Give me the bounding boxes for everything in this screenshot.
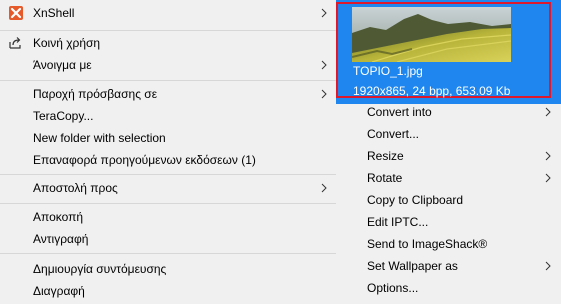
menu-item-teracopy[interactable]: TeraCopy... [0,105,336,127]
image-preview-item[interactable]: TOPIO_1.jpg 1920x865, 24 bpp, 653.09 Kb [336,0,561,104]
menu-item-restore-previous-versions[interactable]: Επαναφορά προηγούμενων εκδόσεων (1) [0,149,336,171]
submenu-item-edit-iptc[interactable]: Edit IPTC... [336,211,561,233]
menu-item-label: XnShell [33,6,75,20]
menu-separator [0,253,336,254]
menu-item-new-folder-with-selection[interactable]: New folder with selection [0,127,336,149]
menu-item-label: Convert... [367,127,420,141]
submenu-item-convert-into[interactable]: Convert into [336,101,561,123]
context-menu: XnShell Κοινή χρήση Άνοιγμα με Παροχή πρ… [0,0,336,304]
submenu-item-set-wallpaper[interactable]: Set Wallpaper as [336,255,561,277]
xnshell-icon [8,5,24,21]
menu-item-label: Παροχή πρόσβασης σε [33,87,158,101]
submenu-item-send-to-imageshack[interactable]: Send to ImageShack® [336,233,561,255]
menu-item-label: Send to ImageShack® [367,237,488,251]
menu-item-label: Διαγραφή [33,284,85,298]
menu-item-label: Set Wallpaper as [367,259,458,273]
menu-item-label: Δημιουργία συντόμευσης [33,262,167,276]
menu-separator [0,174,336,175]
menu-item-cut[interactable]: Αποκοπή [0,206,336,228]
menu-item-give-access[interactable]: Παροχή πρόσβασης σε [0,83,336,105]
chevron-right-icon [543,101,553,123]
menu-item-copy[interactable]: Αντιγραφή [0,228,336,250]
xnshell-submenu: TOPIO_1.jpg 1920x865, 24 bpp, 653.09 Kb … [336,0,561,304]
menu-item-label: Rotate [367,171,403,185]
menu-item-label: Edit IPTC... [367,215,429,229]
menu-item-xnshell[interactable]: XnShell [0,2,336,24]
submenu-item-convert[interactable]: Convert... [336,123,561,145]
menu-item-label: Κοινή χρήση [33,36,101,50]
menu-item-create-shortcut[interactable]: Δημιουργία συντόμευσης [0,258,336,280]
chevron-right-icon [319,54,329,76]
menu-item-label: TeraCopy... [33,109,94,123]
menu-item-label: Convert into [367,105,432,119]
menu-item-open-with[interactable]: Άνοιγμα με [0,54,336,76]
submenu-item-rotate[interactable]: Rotate [336,167,561,189]
chevron-right-icon [319,83,329,105]
menu-item-share[interactable]: Κοινή χρήση [0,32,336,54]
chevron-right-icon [543,167,553,189]
menu-item-label: Αποκοπή [33,210,84,224]
menu-separator [0,80,336,81]
share-icon [8,35,24,51]
menu-separator [0,203,336,204]
menu-item-label: Copy to Clipboard [367,193,464,207]
menu-item-label: Αντιγραφή [33,232,89,246]
submenu-item-resize[interactable]: Resize [336,145,561,167]
menu-item-label: Options... [367,281,419,295]
menu-item-label: Άνοιγμα με [33,58,92,72]
menu-item-label: Αποστολή προς [33,181,118,195]
submenu-item-options[interactable]: Options... [336,277,561,299]
menu-item-delete[interactable]: Διαγραφή [0,280,336,302]
menu-item-label: Resize [367,149,404,163]
chevron-right-icon [319,177,329,199]
chevron-right-icon [543,145,553,167]
submenu-item-copy-to-clipboard[interactable]: Copy to Clipboard [336,189,561,211]
menu-separator [0,30,336,31]
menu-item-send-to[interactable]: Αποστολή προς [0,177,336,199]
chevron-right-icon [319,2,329,24]
preview-image-info: 1920x865, 24 bpp, 653.09 Kb [353,84,511,98]
preview-filename: TOPIO_1.jpg [353,64,423,78]
menu-item-label: Επαναφορά προηγούμενων εκδόσεων (1) [33,153,256,167]
image-thumbnail [352,7,511,62]
menu-item-label: New folder with selection [33,131,166,145]
chevron-right-icon [543,255,553,277]
